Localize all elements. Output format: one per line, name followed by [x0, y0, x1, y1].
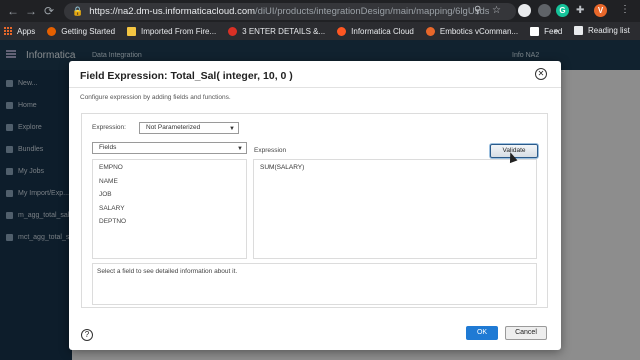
field-info-box: Select a field to see detailed informati…	[92, 263, 537, 305]
list-item-field[interactable]: JOB	[99, 191, 112, 198]
reading-list[interactable]: Reading list	[574, 26, 630, 35]
extensions-puzzle-icon[interactable]: ✚	[576, 5, 584, 16]
dialog-divider	[69, 87, 561, 88]
expression-area-label: Expression	[254, 147, 287, 154]
list-item-field[interactable]: SALARY	[99, 205, 125, 212]
embotics-icon	[425, 26, 435, 36]
site-icon	[228, 26, 238, 36]
bookmark-apps[interactable]: Apps	[4, 27, 35, 36]
expression-type-label: Expression:	[92, 124, 126, 131]
reload-icon[interactable]: ⟳	[40, 4, 58, 18]
search-icon[interactable]: ⚲	[474, 5, 481, 16]
field-info-text: Select a field to see detailed informati…	[97, 268, 238, 275]
expression-panel: Expression: Not Parameterized ▼ Fields ▼…	[81, 113, 548, 308]
bookmarks-overflow[interactable]: »	[554, 26, 558, 35]
extension-circle-icon[interactable]	[518, 4, 531, 17]
reading-list-icon	[574, 26, 583, 35]
back-icon[interactable]: ←	[4, 4, 22, 18]
list-item-field[interactable]: EMPNO	[99, 164, 123, 171]
ok-button[interactable]: OK	[466, 326, 498, 340]
dialog-title: Field Expression: Total_Sal( integer, 10…	[80, 70, 293, 82]
expression-text: SUM(SALARY)	[260, 164, 305, 171]
bookmark-informatica-cloud[interactable]: Informatica Cloud	[337, 26, 414, 36]
dialog-description: Configure expression by adding fields an…	[80, 94, 231, 101]
list-item-field[interactable]: DEPTNO	[99, 218, 126, 225]
address-bar[interactable]: 🔒 https://na2.dm-us.informaticacloud.com…	[64, 3, 516, 20]
bookmark-imported[interactable]: Imported From Fire...	[127, 26, 216, 36]
list-item-field[interactable]: NAME	[99, 178, 118, 185]
url-text: https://na2.dm-us.informaticacloud.com/d…	[89, 6, 490, 17]
close-icon[interactable]: ✕	[535, 68, 547, 80]
fields-list: EMPNO NAME JOB SALARY DEPTNO	[92, 159, 247, 259]
extension-circle-icon-2[interactable]	[538, 4, 551, 17]
feed-icon	[530, 26, 540, 36]
lock-icon: 🔒	[72, 6, 84, 16]
cancel-button[interactable]: Cancel	[505, 326, 547, 340]
menu-dots-icon[interactable]: ⋮	[620, 4, 630, 15]
bookmark-embotics[interactable]: Embotics vComman...	[425, 26, 518, 36]
expression-editor[interactable]: SUM(SALARY)	[253, 159, 537, 259]
grammarly-icon[interactable]: G	[556, 4, 569, 17]
folder-icon	[127, 26, 137, 36]
field-expression-dialog: Field Expression: Total_Sal( integer, 10…	[69, 61, 561, 350]
chevron-down-icon: ▼	[237, 146, 243, 152]
bookmark-getting-started[interactable]: Getting Started	[47, 26, 115, 36]
fields-select[interactable]: Fields ▼	[92, 142, 247, 154]
chevron-down-icon: ▼	[229, 126, 235, 132]
help-icon[interactable]: ?	[81, 329, 93, 341]
apps-grid-icon	[4, 27, 12, 35]
bookmark-star-icon[interactable]: ☆	[492, 5, 501, 16]
bookmark-enter-details[interactable]: 3 ENTER DETAILS &...	[228, 26, 325, 36]
firefox-icon	[47, 26, 57, 36]
expression-type-select[interactable]: Not Parameterized ▼	[139, 122, 239, 134]
bookmarks-bar: Apps Getting Started Imported From Fire.…	[0, 22, 640, 40]
forward-icon[interactable]: →	[22, 4, 40, 18]
informatica-icon	[337, 26, 347, 36]
profile-avatar[interactable]: V	[594, 4, 607, 17]
